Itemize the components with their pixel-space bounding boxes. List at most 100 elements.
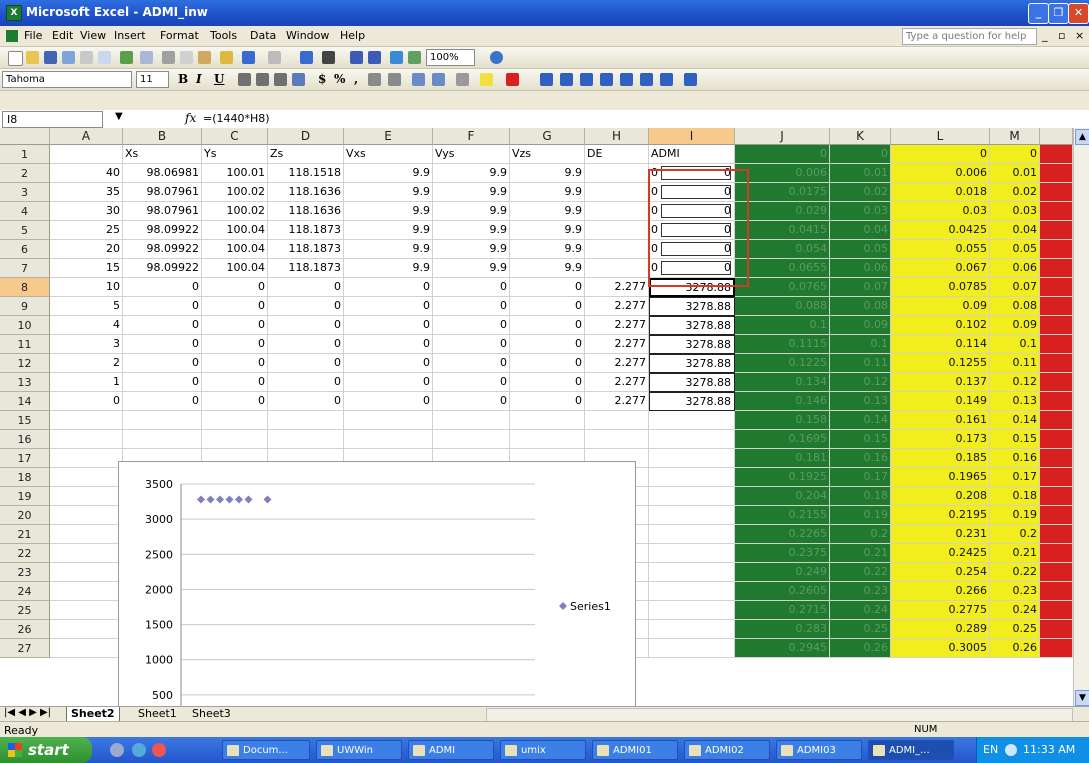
increase-indent-icon[interactable]: [432, 73, 445, 86]
cell-b12[interactable]: 0: [123, 354, 202, 373]
cell-b9[interactable]: 0: [123, 297, 202, 316]
row-header-25[interactable]: 25: [0, 601, 50, 620]
cell-e3[interactable]: 9.9: [344, 183, 433, 202]
cut-icon[interactable]: [162, 51, 175, 64]
font-name-select[interactable]: Tahoma: [2, 71, 132, 88]
cell-h16[interactable]: [585, 430, 649, 449]
row-header-22[interactable]: 22: [0, 544, 50, 563]
cell-g9[interactable]: 0: [510, 297, 585, 316]
cell-l16[interactable]: 0.173: [891, 430, 990, 449]
admi-chart[interactable]: 3500 3000 2500 2000 1500 1000 500 Series1: [118, 461, 636, 706]
cell-i17[interactable]: [649, 449, 735, 468]
thai-tools-icon-5[interactable]: [620, 73, 633, 86]
tab-sheet1[interactable]: Sheet1: [134, 707, 181, 721]
cell-n2[interactable]: [1040, 164, 1073, 183]
menu-edit[interactable]: Edit: [52, 29, 73, 42]
cell-j25[interactable]: 0.2715: [735, 601, 830, 620]
cell-m5[interactable]: 0.04: [990, 221, 1040, 240]
column-header-i[interactable]: I: [649, 128, 735, 145]
cell-j21[interactable]: 0.2265: [735, 525, 830, 544]
cell-g11[interactable]: 0: [510, 335, 585, 354]
cell-c6[interactable]: 100.04: [202, 240, 268, 259]
formula-input[interactable]: =(1440*H8): [203, 112, 270, 125]
cell-k6[interactable]: 0.05: [830, 240, 891, 259]
cell-h4[interactable]: [585, 202, 649, 221]
cell-i24[interactable]: [649, 582, 735, 601]
cell-b13[interactable]: 0: [123, 373, 202, 392]
row-header-10[interactable]: 10: [0, 316, 50, 335]
cell-c16[interactable]: [202, 430, 268, 449]
format-painter-icon[interactable]: [220, 51, 233, 64]
row-header-16[interactable]: 16: [0, 430, 50, 449]
cell-l27[interactable]: 0.3005: [891, 639, 990, 658]
cell-k16[interactable]: 0.15: [830, 430, 891, 449]
internet-explorer-icon[interactable]: [132, 743, 146, 757]
cell-e15[interactable]: [344, 411, 433, 430]
cell-j6[interactable]: 0.054: [735, 240, 830, 259]
cell-d7[interactable]: 118.1873: [268, 259, 344, 278]
cell-i13[interactable]: 3278.88: [649, 373, 735, 392]
row-header-9[interactable]: 9: [0, 297, 50, 316]
cell-g16[interactable]: [510, 430, 585, 449]
cell-j24[interactable]: 0.2605: [735, 582, 830, 601]
menu-help[interactable]: Help: [340, 29, 365, 42]
cell-m7[interactable]: 0.06: [990, 259, 1040, 278]
cell-l15[interactable]: 0.161: [891, 411, 990, 430]
cell-a7[interactable]: 15: [50, 259, 123, 278]
cell-j17[interactable]: 0.181: [735, 449, 830, 468]
cell-i11[interactable]: 3278.88: [649, 335, 735, 354]
cell-i10[interactable]: 3278.88: [649, 316, 735, 335]
cell-m9[interactable]: 0.08: [990, 297, 1040, 316]
cell-i20[interactable]: [649, 506, 735, 525]
cell-k17[interactable]: 0.16: [830, 449, 891, 468]
cell-f8[interactable]: 0: [433, 278, 510, 297]
cell-k5[interactable]: 0.04: [830, 221, 891, 240]
cell-d2[interactable]: 118.1518: [268, 164, 344, 183]
research-icon[interactable]: [140, 51, 153, 64]
cell-g3[interactable]: 9.9: [510, 183, 585, 202]
cell-c13[interactable]: 0: [202, 373, 268, 392]
cell-b16[interactable]: [123, 430, 202, 449]
insert-function-icon[interactable]: fx: [185, 111, 196, 125]
cell-l10[interactable]: 0.102: [891, 316, 990, 335]
column-header-b[interactable]: B: [123, 128, 202, 145]
taskbar-item-docum[interactable]: Docum...: [222, 740, 310, 760]
cell-n12[interactable]: [1040, 354, 1073, 373]
column-header-l[interactable]: L: [891, 128, 990, 145]
cell-c2[interactable]: 100.01: [202, 164, 268, 183]
cell-c8[interactable]: 0: [202, 278, 268, 297]
cell-n23[interactable]: [1040, 563, 1073, 582]
cell-m23[interactable]: 0.22: [990, 563, 1040, 582]
merge-center-icon[interactable]: [292, 73, 305, 86]
row-header-19[interactable]: 19: [0, 487, 50, 506]
menu-view[interactable]: View: [80, 29, 106, 42]
cell-a13[interactable]: 1: [50, 373, 123, 392]
borders-icon[interactable]: [456, 73, 469, 86]
cell-h13[interactable]: 2.277: [585, 373, 649, 392]
cell-d6[interactable]: 118.1873: [268, 240, 344, 259]
taskbar-item-umix[interactable]: umix: [500, 740, 586, 760]
cell-a18[interactable]: [50, 468, 123, 487]
header-cell-c[interactable]: Ys: [202, 145, 268, 164]
cell-j10[interactable]: 0.1: [735, 316, 830, 335]
tab-sheet3[interactable]: Sheet3: [188, 707, 235, 721]
cell-b6[interactable]: 98.09922: [123, 240, 202, 259]
cell-a8[interactable]: 10: [50, 278, 123, 297]
cell-a16[interactable]: [50, 430, 123, 449]
name-box[interactable]: I8: [2, 111, 103, 128]
decrease-indent-icon[interactable]: [412, 73, 425, 86]
cell-l1[interactable]: 0: [891, 145, 990, 164]
worksheet-grid[interactable]: A B C D E F G H I J K L M 1 2 3 4 5 6 7 8 9 10 11 12 13 14 15 16 17 18…: [0, 128, 1073, 706]
underline-button[interactable]: U: [214, 72, 224, 86]
cell-f5[interactable]: 9.9: [433, 221, 510, 240]
cell-i16[interactable]: [649, 430, 735, 449]
cell-i9[interactable]: 3278.88: [649, 297, 735, 316]
print-preview-icon[interactable]: [98, 51, 111, 64]
cell-h5[interactable]: [585, 221, 649, 240]
cell-k7[interactable]: 0.06: [830, 259, 891, 278]
cell-m27[interactable]: 0.26: [990, 639, 1040, 658]
cell-m22[interactable]: 0.21: [990, 544, 1040, 563]
column-header-e[interactable]: E: [344, 128, 433, 145]
cell-m20[interactable]: 0.19: [990, 506, 1040, 525]
cell-f3[interactable]: 9.9: [433, 183, 510, 202]
